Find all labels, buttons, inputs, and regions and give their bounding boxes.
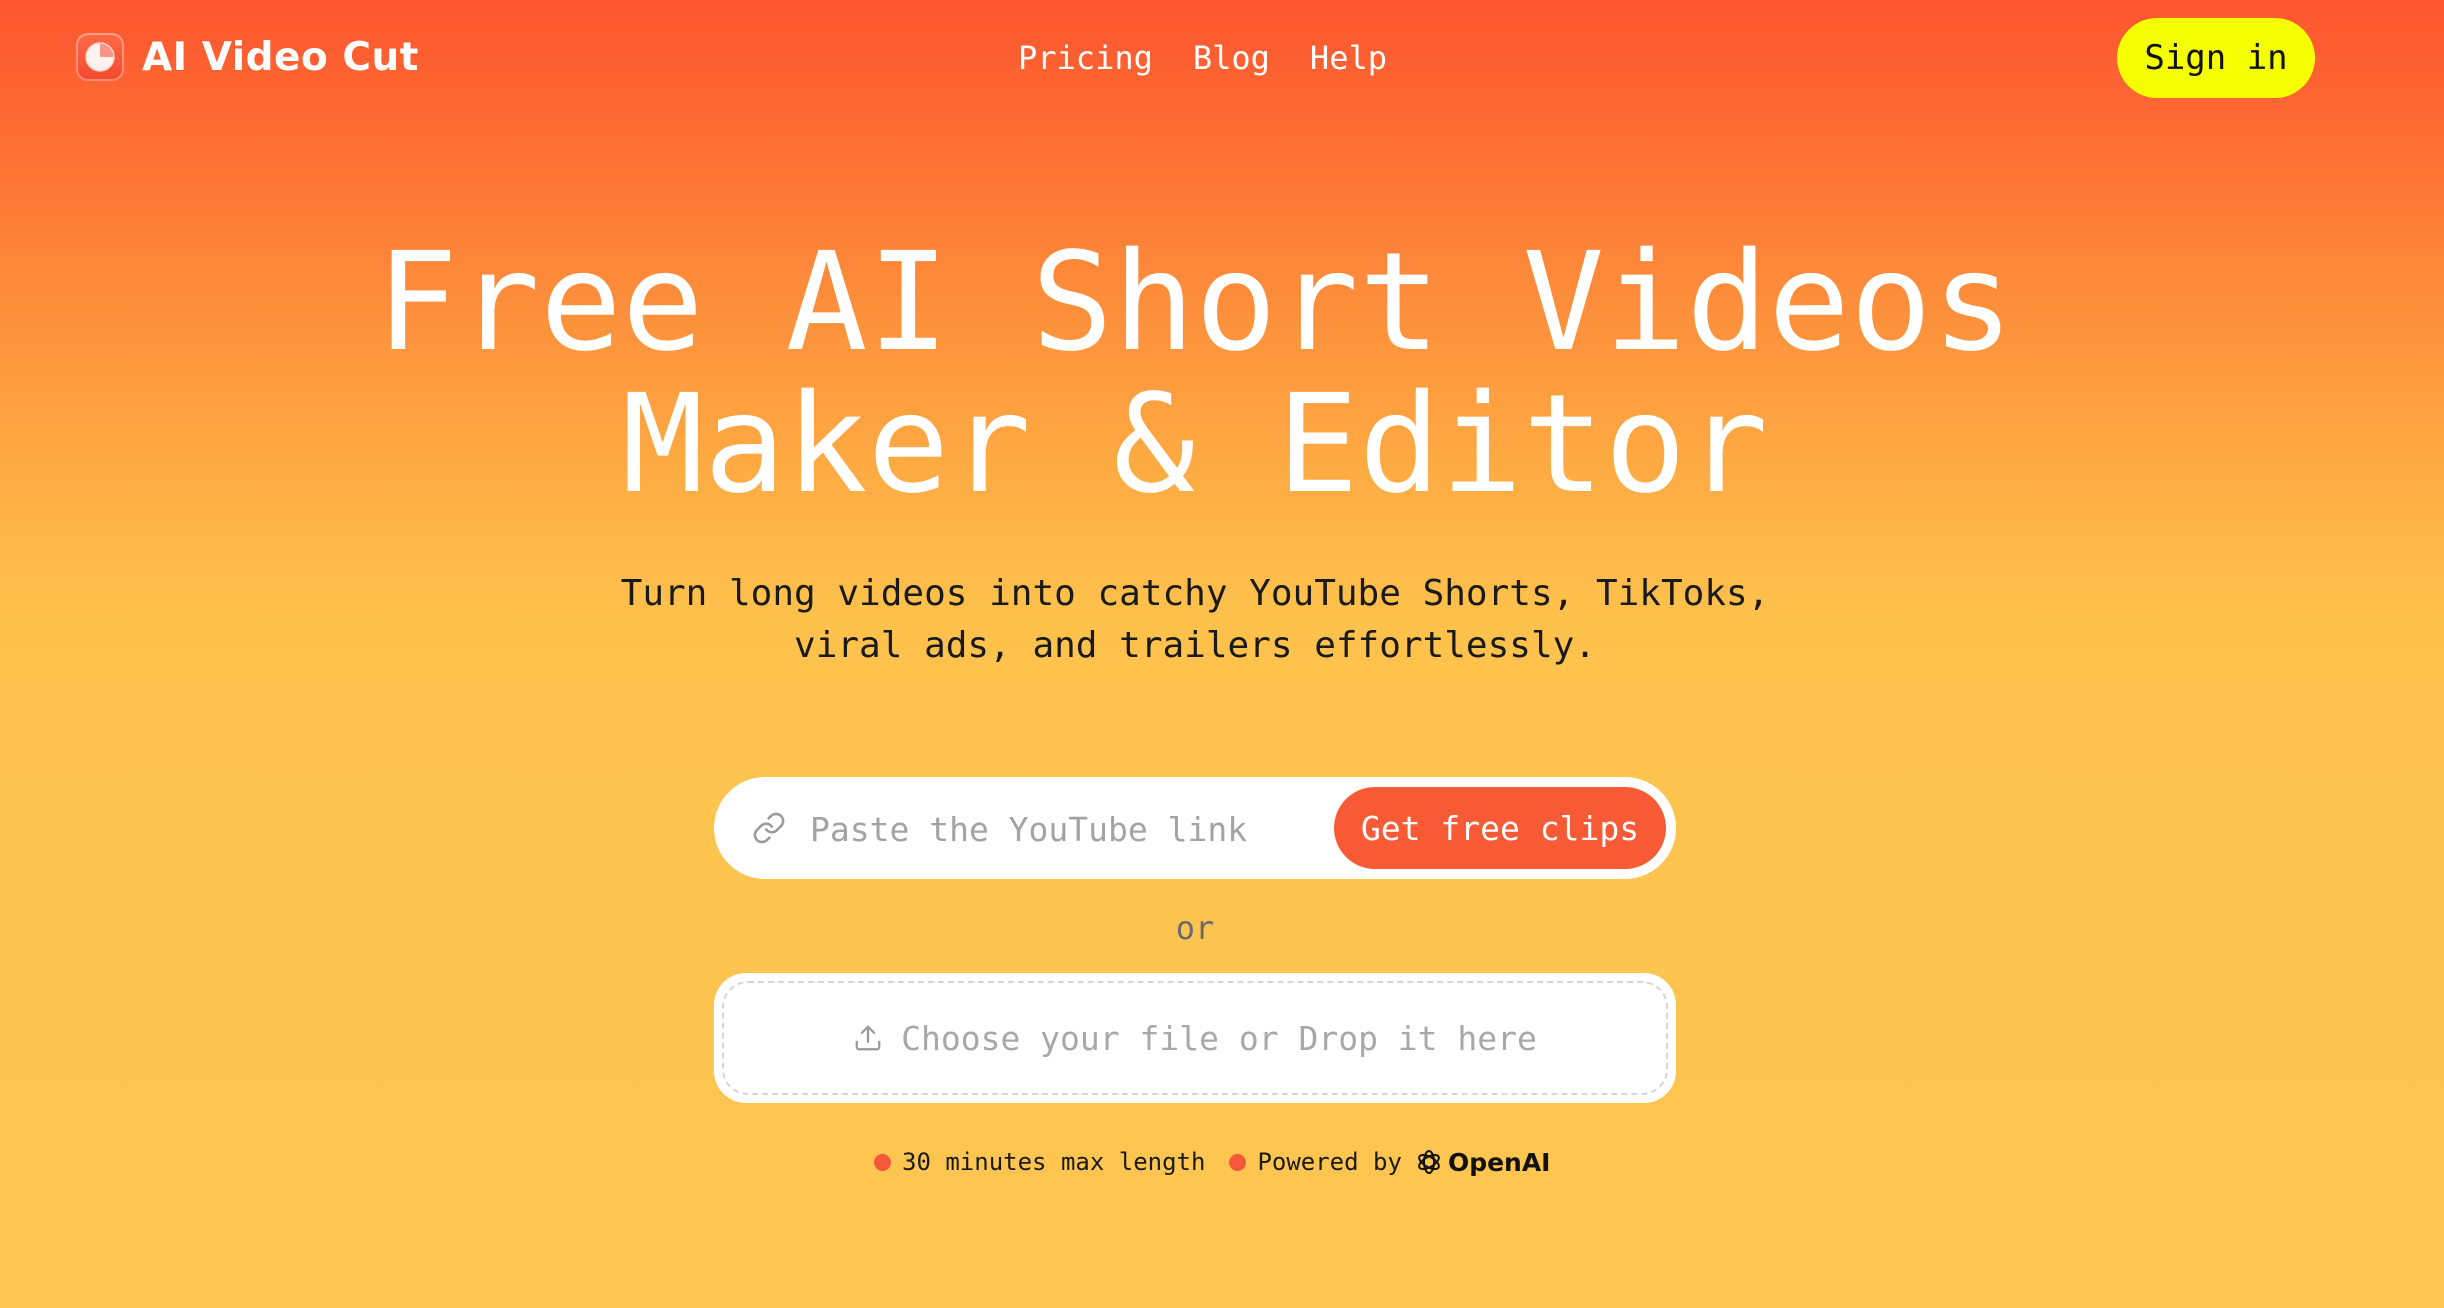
powered-by-info: Powered by OpenAI	[1229, 1147, 1551, 1177]
nav-link-help[interactable]: Help	[1310, 34, 1387, 82]
hero-title-line-1: Free AI Short Videos	[376, 224, 2014, 382]
file-drop-zone[interactable]: Choose your file or Drop it here	[714, 973, 1676, 1103]
main-nav: Pricing Blog Help	[1018, 34, 1387, 82]
link-icon	[752, 811, 786, 845]
hero-subtitle: Turn long videos into catchy YouTube Sho…	[0, 568, 2390, 672]
nav-link-blog[interactable]: Blog	[1193, 34, 1270, 82]
sign-in-button[interactable]: Sign in	[2117, 18, 2315, 98]
youtube-link-form: Get free clips	[714, 777, 1676, 879]
pie-clock-icon	[76, 33, 124, 81]
brand-logo[interactable]: AI Video Cut	[76, 32, 419, 82]
bullet-dot	[874, 1153, 891, 1171]
hero-title-line-2: Maker & Editor	[621, 366, 1769, 524]
hero-subtitle-line-2: viral ads, and trailers effortlessly.	[794, 625, 1596, 666]
header: AI Video Cut Pricing Blog Help Sign in	[0, 0, 2444, 118]
nav-link-pricing[interactable]: Pricing	[1018, 34, 1153, 82]
openai-logo: OpenAI	[1414, 1147, 1551, 1177]
file-drop-area[interactable]: Choose your file or Drop it here	[722, 981, 1668, 1095]
powered-by-text: Powered by	[1257, 1148, 1402, 1176]
file-drop-label: Choose your file or Drop it here	[901, 1018, 1537, 1058]
max-length-info: 30 minutes max length	[874, 1148, 1205, 1176]
openai-icon	[1418, 1150, 1440, 1174]
max-length-text: 30 minutes max length	[902, 1148, 1206, 1176]
bullet-dot	[1229, 1153, 1247, 1171]
or-divider: or	[1175, 909, 1215, 947]
hero-title: Free AI Short Videos Maker & Editor	[0, 232, 2390, 516]
info-bar: 30 minutes max length Powered by OpenAI	[874, 1144, 1551, 1180]
get-free-clips-button[interactable]: Get free clips	[1334, 787, 1666, 869]
hero-subtitle-line-1: Turn long videos into catchy YouTube Sho…	[620, 573, 1770, 614]
upload-icon	[853, 1023, 883, 1053]
youtube-link-input[interactable]	[808, 799, 1332, 859]
openai-text: OpenAI	[1447, 1147, 1551, 1177]
brand-name: AI Video Cut	[142, 34, 419, 80]
